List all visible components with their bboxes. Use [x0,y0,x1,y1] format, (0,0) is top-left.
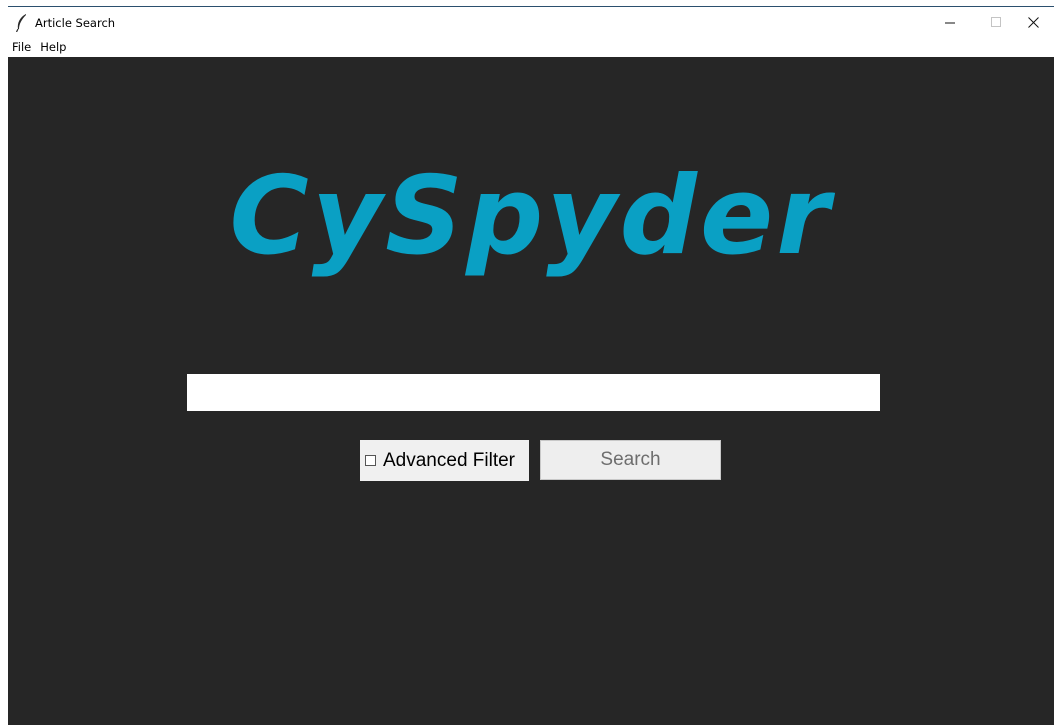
close-icon [1027,17,1039,28]
window-title: Article Search [35,16,116,30]
app-logo: CySpyder [229,154,833,279]
checkbox-icon[interactable] [365,455,376,466]
menu-help[interactable]: Help [36,38,71,57]
minimize-icon [944,22,955,24]
menu-bar: File Help [8,38,1054,57]
advanced-filter-checkbox[interactable]: Advanced Filter [360,440,529,481]
feather-icon [16,14,26,32]
main-panel: CySpyder Advanced Filter Search [8,57,1054,725]
close-button[interactable] [1012,7,1054,38]
menu-file[interactable]: File [8,38,36,57]
minimize-button[interactable] [927,7,973,38]
search-input[interactable] [187,374,880,411]
search-button[interactable]: Search [540,440,721,480]
maximize-icon [990,17,1001,27]
app-window: Article Search File Help CySpyder Advanc [0,0,1054,725]
advanced-filter-label: Advanced Filter [383,449,516,471]
title-bar[interactable]: Article Search [8,7,1054,38]
